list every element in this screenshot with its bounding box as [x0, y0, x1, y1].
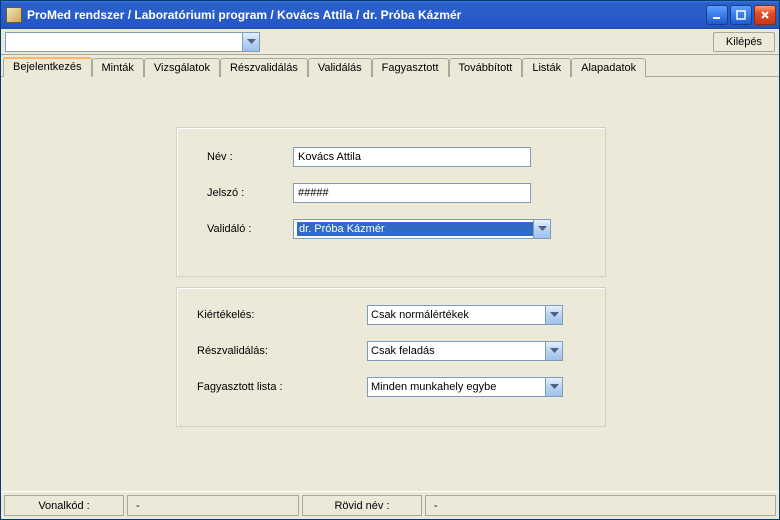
evaluation-label: Kiértékelés: [197, 309, 367, 321]
evaluation-select[interactable]: Csak normálértékek [367, 305, 563, 325]
app-icon [6, 7, 22, 23]
tab-label: Fagyasztott [382, 62, 439, 74]
chevron-down-icon[interactable] [545, 306, 562, 324]
tab-label: Listák [532, 62, 561, 74]
frozenlist-value: Minden munkahely egybe [371, 381, 562, 393]
frozenlist-label: Fagyasztott lista : [197, 381, 367, 393]
evaluation-value: Csak normálértékek [371, 309, 562, 321]
chevron-down-icon[interactable] [545, 378, 562, 396]
maximize-button[interactable] [730, 5, 752, 25]
app-window: ProMed rendszer / Laboratóriumi program … [0, 0, 780, 520]
minimize-button[interactable] [706, 5, 728, 25]
password-label: Jelszó : [207, 187, 293, 199]
tab-label: Bejelentkezés [13, 61, 82, 73]
chevron-down-icon[interactable] [242, 33, 259, 51]
partvalidation-value: Csak feladás [371, 345, 562, 357]
tab-tovabbitott[interactable]: Továbbított [449, 58, 523, 77]
status-barcode-value: - [127, 495, 299, 516]
tab-label: Validálás [318, 62, 362, 74]
exit-button[interactable]: Kilépés [713, 32, 775, 52]
statusbar: Vonalkód : - Rövid név : - [1, 491, 779, 519]
tab-label: Vizsgálatok [154, 62, 210, 74]
validator-value: dr. Próba Kázmér [297, 222, 550, 236]
frozenlist-select[interactable]: Minden munkahely egybe [367, 377, 563, 397]
chevron-down-icon[interactable] [533, 220, 550, 238]
tab-fagyasztott[interactable]: Fagyasztott [372, 58, 449, 77]
partvalidation-select[interactable]: Csak feladás [367, 341, 563, 361]
tab-reszvalidalas[interactable]: Részvalidálás [220, 58, 308, 77]
window-controls [706, 5, 776, 25]
tab-bejelentkezes[interactable]: Bejelentkezés [3, 57, 92, 77]
tab-content: Név : Jelszó : Validáló : dr. Próba Kázm… [1, 77, 779, 491]
tab-label: Továbbított [459, 62, 513, 74]
tab-label: Alapadatok [581, 62, 636, 74]
status-shortname-label: Rövid név : [302, 495, 422, 516]
titlebar: ProMed rendszer / Laboratóriumi program … [1, 1, 779, 29]
toolbar: Kilépés [1, 29, 779, 55]
close-button[interactable] [754, 5, 776, 25]
tab-label: Minták [102, 62, 134, 74]
validator-label: Validáló : [207, 223, 293, 235]
status-shortname-value: - [425, 495, 776, 516]
tabstrip: Bejelentkezés Minták Vizsgálatok Részval… [1, 55, 779, 77]
tab-label: Részvalidálás [230, 62, 298, 74]
exit-button-label: Kilépés [726, 36, 762, 48]
partvalidation-label: Részvalidálás: [197, 345, 367, 357]
name-label: Név : [207, 151, 293, 163]
tab-listak[interactable]: Listák [522, 58, 571, 77]
name-field[interactable] [293, 147, 531, 167]
tab-mintak[interactable]: Minták [92, 58, 144, 77]
toolbar-combo[interactable] [5, 32, 260, 52]
tab-vizsgalatok[interactable]: Vizsgálatok [144, 58, 220, 77]
window-title: ProMed rendszer / Laboratóriumi program … [27, 8, 706, 22]
status-barcode-label: Vonalkód : [4, 495, 124, 516]
tab-alapadatok[interactable]: Alapadatok [571, 58, 646, 77]
chevron-down-icon[interactable] [545, 342, 562, 360]
login-panel: Név : Jelszó : Validáló : dr. Próba Kázm… [176, 127, 606, 277]
options-panel: Kiértékelés: Csak normálértékek Részvali… [176, 287, 606, 427]
tab-validalas[interactable]: Validálás [308, 58, 372, 77]
password-field[interactable] [293, 183, 531, 203]
validator-select[interactable]: dr. Próba Kázmér [293, 219, 551, 239]
